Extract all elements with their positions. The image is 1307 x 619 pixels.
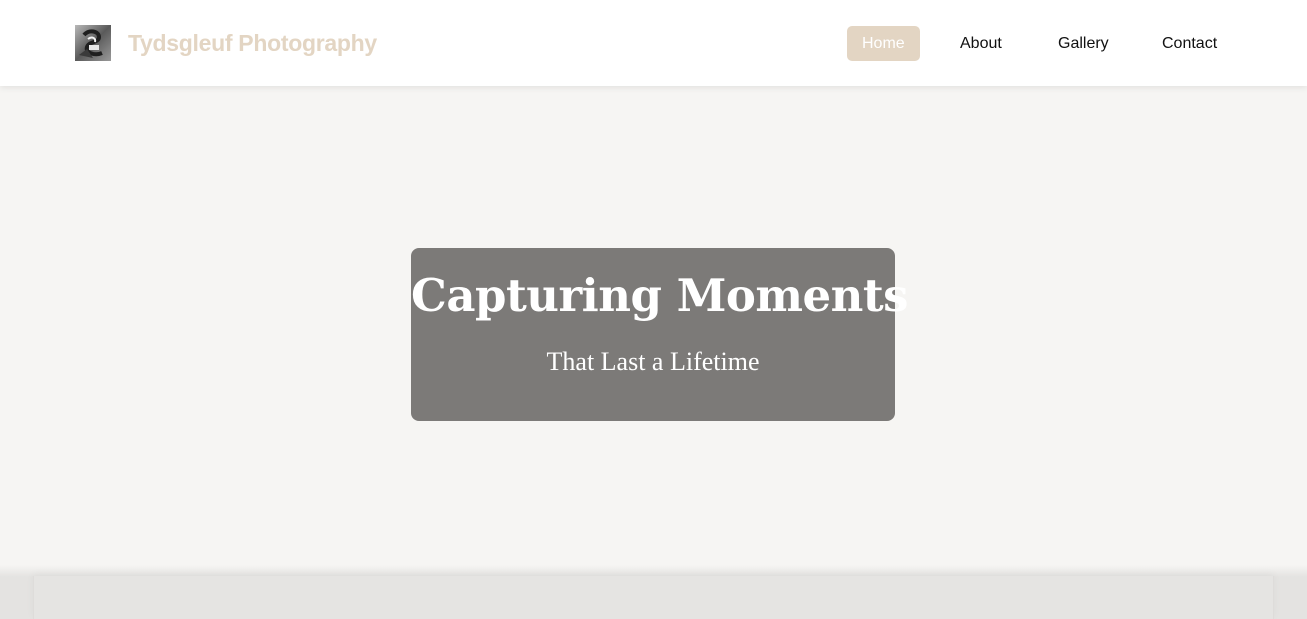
nav-home[interactable]: Home bbox=[847, 26, 920, 61]
nav-gallery[interactable]: Gallery bbox=[1043, 26, 1124, 61]
hero-card: Capturing Moments That Last a Lifetime bbox=[411, 248, 909, 421]
hero-title: Capturing Moments bbox=[411, 269, 909, 322]
nav-contact[interactable]: Contact bbox=[1147, 26, 1232, 61]
nav-about[interactable]: About bbox=[945, 26, 1017, 61]
hero-subtitle: That Last a Lifetime bbox=[546, 347, 760, 376]
brand-name[interactable]: Tydsgleuf Photography bbox=[128, 29, 377, 57]
site-header: Tydsgleuf Photography Home About Gallery… bbox=[0, 0, 1307, 86]
logo-image[interactable] bbox=[75, 25, 111, 61]
camera-photo-icon bbox=[75, 25, 111, 61]
next-section-card bbox=[33, 576, 1274, 619]
